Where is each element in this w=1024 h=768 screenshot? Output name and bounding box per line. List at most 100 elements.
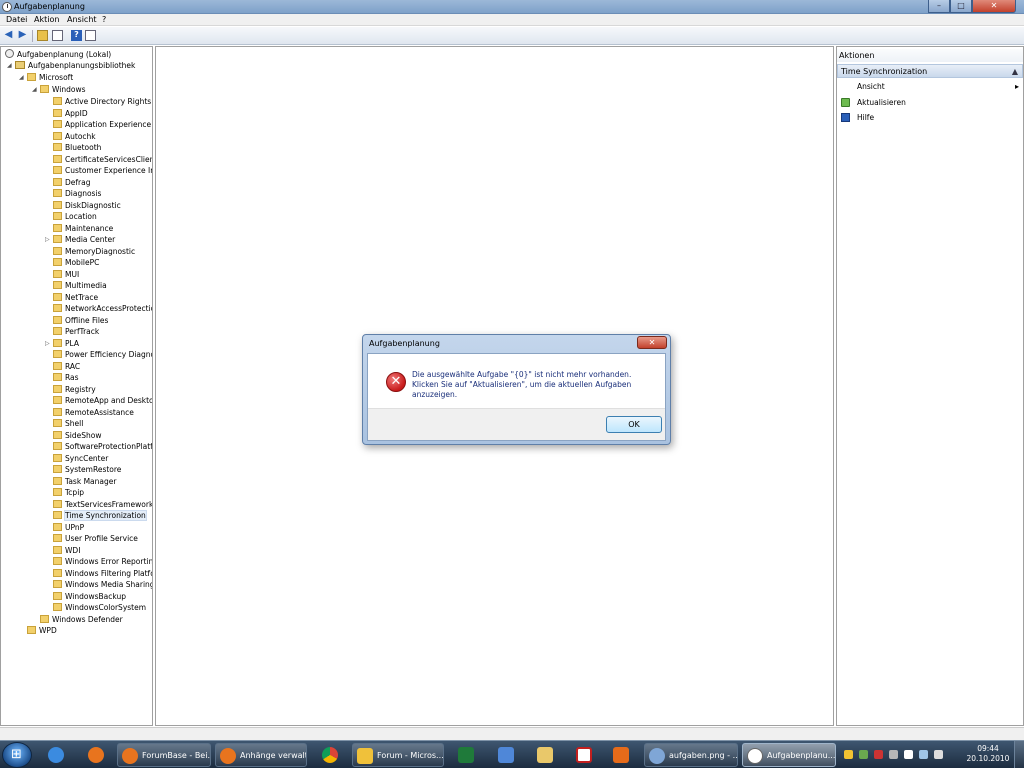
tree-item[interactable]: Multimedia bbox=[53, 280, 107, 291]
quicklaunch-media-player[interactable] bbox=[603, 743, 639, 767]
minimize-button[interactable]: – bbox=[928, 0, 950, 13]
network-icon[interactable] bbox=[919, 750, 928, 759]
tree-item[interactable]: WindowsColorSystem bbox=[53, 602, 146, 613]
tree-windows[interactable]: ◢ Windows bbox=[32, 84, 85, 95]
tree-item[interactable]: WindowsBackup bbox=[53, 591, 126, 602]
close-button[interactable]: ✕ bbox=[972, 0, 1016, 13]
tree-item[interactable]: SideShow bbox=[53, 430, 101, 441]
tray-app-icon[interactable] bbox=[859, 750, 868, 759]
tree-item[interactable]: Bluetooth bbox=[53, 142, 101, 153]
tree-item[interactable]: Maintenance bbox=[53, 223, 113, 234]
expand-triangle-icon[interactable]: ▷ bbox=[45, 338, 50, 349]
quicklaunch-ie[interactable] bbox=[38, 743, 74, 767]
tree-library[interactable]: ◢ Aufgabenplanungsbibliothek bbox=[7, 60, 135, 71]
tree-item[interactable]: NetTrace bbox=[53, 292, 98, 303]
quicklaunch-explorer[interactable] bbox=[527, 743, 563, 767]
tree-item[interactable]: Windows Error Reporting bbox=[53, 556, 152, 567]
show-pane-icon[interactable] bbox=[85, 30, 96, 41]
tree-item[interactable]: SyncCenter bbox=[53, 453, 108, 464]
tree-windows-defender[interactable]: Windows Defender bbox=[40, 614, 123, 625]
tree-item[interactable]: Registry bbox=[53, 384, 96, 395]
taskbar-button-aufgabenplanung[interactable]: Aufgabenplanu... bbox=[742, 743, 836, 767]
tree-item[interactable]: Autochk bbox=[53, 131, 96, 142]
tree-item[interactable]: Ras bbox=[53, 372, 79, 383]
tree-item[interactable]: Windows Media Sharing bbox=[53, 579, 152, 590]
tree-item[interactable]: Power Efficiency Diagnos bbox=[53, 349, 152, 360]
tree-item[interactable]: Active Directory Rights M bbox=[53, 96, 152, 107]
back-arrow-icon[interactable]: ◀ bbox=[3, 30, 14, 41]
tree-item-label: AppID bbox=[65, 108, 88, 118]
tree-item[interactable]: Diagnosis bbox=[53, 188, 101, 199]
collapse-triangle-icon[interactable]: ◢ bbox=[7, 60, 12, 71]
tree-item[interactable]: RemoteApp and Desktop bbox=[53, 395, 152, 406]
folder-up-icon[interactable] bbox=[37, 30, 48, 41]
tree-item[interactable]: WDI bbox=[53, 545, 80, 556]
tree-item[interactable]: RAC bbox=[53, 361, 80, 372]
quicklaunch-chrome[interactable] bbox=[312, 743, 348, 767]
chat-icon[interactable] bbox=[844, 750, 853, 759]
ok-button[interactable]: OK bbox=[606, 416, 662, 433]
tree-item[interactable]: AppID bbox=[53, 108, 88, 119]
tree-item[interactable]: SoftwareProtectionPlatfo bbox=[53, 441, 152, 452]
tree-item[interactable]: RemoteAssistance bbox=[53, 407, 134, 418]
tree-item[interactable]: Location bbox=[53, 211, 97, 222]
tree-item[interactable]: NetworkAccessProtection bbox=[53, 303, 152, 314]
taskbar-button-forumbase[interactable]: ForumBase - Bei... bbox=[117, 743, 211, 767]
volume-icon[interactable] bbox=[934, 750, 943, 759]
tree-item[interactable]: CertificateServicesClient bbox=[53, 154, 152, 165]
quicklaunch-excel[interactable] bbox=[448, 743, 484, 767]
action-hilfe[interactable]: Hilfe bbox=[839, 112, 1021, 124]
quicklaunch-firefox[interactable] bbox=[78, 743, 114, 767]
action-aktualisieren[interactable]: Aktualisieren bbox=[839, 97, 1021, 109]
show-desktop-button[interactable] bbox=[1014, 741, 1024, 768]
taskbar-clock[interactable]: 09:44 20.10.2010 bbox=[966, 744, 1010, 764]
tray-alert-icon[interactable] bbox=[874, 750, 883, 759]
menu-datei[interactable]: Datei bbox=[6, 15, 27, 24]
tree-item[interactable]: DiskDiagnostic bbox=[53, 200, 121, 211]
taskbar-button-aufgaben-png[interactable]: aufgaben.png - ... bbox=[644, 743, 738, 767]
tree-root[interactable]: Aufgabenplanung (Lokal) bbox=[5, 49, 111, 60]
tree-item[interactable]: Time Synchronization bbox=[53, 510, 147, 521]
collapse-triangle-icon[interactable]: ◢ bbox=[19, 72, 24, 83]
tree-item[interactable]: MemoryDiagnostic bbox=[53, 246, 135, 257]
tree-item[interactable]: TextServicesFramework bbox=[53, 499, 152, 510]
tree-microsoft[interactable]: ◢ Microsoft bbox=[19, 72, 73, 83]
maximize-button[interactable]: □ bbox=[950, 0, 972, 13]
expand-triangle-icon[interactable]: ▷ bbox=[45, 234, 50, 245]
tree-item[interactable]: Customer Experience Imp bbox=[53, 165, 152, 176]
quicklaunch-pdf[interactable] bbox=[566, 743, 602, 767]
collapse-triangle-icon[interactable]: ◢ bbox=[32, 84, 37, 95]
tree-item[interactable]: Tcpip bbox=[53, 487, 84, 498]
actions-section-header[interactable]: Time Synchronization ▲ bbox=[837, 64, 1023, 78]
tree-item[interactable]: SystemRestore bbox=[53, 464, 121, 475]
tree-item[interactable]: ▷ PLA bbox=[45, 338, 79, 349]
tree-item[interactable]: MUI bbox=[53, 269, 79, 280]
menu-help[interactable]: ? bbox=[102, 15, 106, 24]
tree-item[interactable]: ▷ Media Center bbox=[45, 234, 115, 245]
help-icon[interactable]: ? bbox=[71, 30, 82, 41]
tree-item[interactable]: UPnP bbox=[53, 522, 84, 533]
menu-ansicht[interactable]: Ansicht bbox=[67, 15, 97, 24]
collapse-caret-icon[interactable]: ▲ bbox=[1012, 65, 1018, 79]
forward-arrow-icon[interactable]: ▶ bbox=[17, 30, 28, 41]
dialog-close-button[interactable]: ✕ bbox=[637, 336, 667, 349]
tree-item[interactable]: Task Manager bbox=[53, 476, 116, 487]
tree-wpd[interactable]: WPD bbox=[27, 625, 57, 636]
start-button[interactable] bbox=[2, 742, 32, 768]
quicklaunch-app-blue[interactable] bbox=[488, 743, 524, 767]
action-ansicht[interactable]: Ansicht ▸ bbox=[839, 81, 1021, 93]
tree-item[interactable]: Offline Files bbox=[53, 315, 108, 326]
action-center-flag-icon[interactable] bbox=[904, 750, 913, 759]
tree-item[interactable]: Shell bbox=[53, 418, 83, 429]
tree-item[interactable]: User Profile Service bbox=[53, 533, 138, 544]
taskbar-button-forum-micros[interactable]: Forum - Micros... bbox=[352, 743, 444, 767]
taskbar-button-anhaenge[interactable]: Anhänge verwalt... bbox=[215, 743, 307, 767]
tree-item[interactable]: Windows Filtering Platfor bbox=[53, 568, 152, 579]
tree-item[interactable]: Defrag bbox=[53, 177, 90, 188]
tree-item[interactable]: MobilePC bbox=[53, 257, 99, 268]
tree-item[interactable]: Application Experience bbox=[53, 119, 151, 130]
menu-aktion[interactable]: Aktion bbox=[34, 15, 59, 24]
properties-icon[interactable] bbox=[52, 30, 63, 41]
tree-item[interactable]: PerfTrack bbox=[53, 326, 99, 337]
tray-device-icon[interactable] bbox=[889, 750, 898, 759]
